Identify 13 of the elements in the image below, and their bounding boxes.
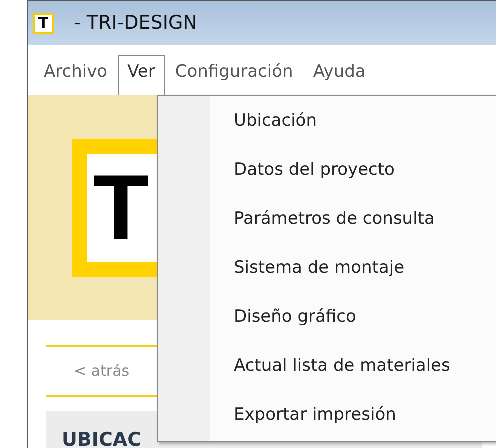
menu-entry[interactable]: Ubicación bbox=[158, 98, 317, 147]
menu-entry[interactable]: Actual lista de materiales bbox=[158, 343, 450, 392]
app-icon: T bbox=[33, 12, 54, 34]
logo-letter: T bbox=[93, 162, 150, 254]
menu-entry[interactable]: Diseño gráfico bbox=[158, 294, 356, 343]
menu-entry[interactable]: Datos del proyecto bbox=[158, 147, 395, 196]
menu-entry[interactable]: Parámetros de consulta bbox=[158, 196, 435, 245]
window-title: - TRI-DESIGN bbox=[74, 12, 198, 34]
section-title: UBICAC bbox=[62, 429, 142, 448]
menu-entry[interactable]: Sistema de montaje bbox=[158, 245, 405, 294]
menu-entry[interactable]: Exportar impresión bbox=[158, 392, 396, 441]
back-link[interactable]: < atrás bbox=[74, 362, 130, 380]
menu-item[interactable]: Ver bbox=[118, 55, 166, 95]
